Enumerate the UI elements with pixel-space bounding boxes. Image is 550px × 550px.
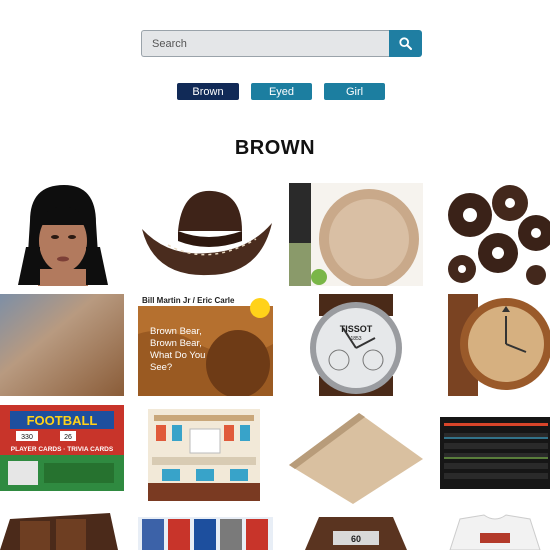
box-main-text: FOOTBALL xyxy=(27,413,98,428)
product-white-tshirt[interactable] xyxy=(440,513,550,550)
product-football-cards-box[interactable]: FOOTBALL 330 26 PLAYER CARDS · TRIVIA CA… xyxy=(0,403,124,495)
kraft-paper-image xyxy=(289,403,423,504)
wig-mannequin-image xyxy=(0,183,124,286)
leather-item-number: 60 xyxy=(351,534,361,544)
cowboy-hat-image xyxy=(138,183,273,286)
product-tissot-brown-leather-watch[interactable]: TISSOT 1853 xyxy=(289,294,423,396)
brown-bear-book-image: Bill Martin Jr / Eric Carle Brown Bear, … xyxy=(138,294,273,396)
toy-kitchen-image xyxy=(138,403,273,504)
box-right-number: 26 xyxy=(64,434,72,441)
keyboard-image xyxy=(440,403,550,504)
book-title-text: Brown Bear, Brown Bear, What Do You See? xyxy=(150,326,206,373)
product-mechanical-keyboard[interactable] xyxy=(440,403,550,504)
search-bar xyxy=(141,30,422,57)
product-brown-hair-bun-donuts[interactable] xyxy=(440,183,550,286)
search-button[interactable] xyxy=(389,30,422,57)
box-sub-text: PLAYER CARDS · TRIVIA CARDS xyxy=(11,446,114,453)
trading-cards-image xyxy=(138,517,273,550)
product-football-trading-cards[interactable] xyxy=(138,517,273,550)
product-brown-kraft-paper-roll[interactable] xyxy=(289,403,423,504)
hair-buns-image xyxy=(440,183,550,286)
product-toy-kitchen-playset[interactable] xyxy=(138,403,273,504)
product-brown-paper-plates[interactable] xyxy=(289,183,423,286)
leather-item-image: 60 xyxy=(289,513,423,550)
tag-girl[interactable]: Girl xyxy=(324,83,385,100)
search-icon xyxy=(399,37,412,50)
wooden-watch-image xyxy=(440,294,550,396)
paper-plates-image xyxy=(289,183,423,286)
book-author-text: Bill Martin Jr / Eric Carle xyxy=(142,296,235,305)
brown-texture-image xyxy=(0,294,124,396)
product-black-hair-wig-mannequin[interactable] xyxy=(0,183,124,286)
watch-brand-text: TISSOT xyxy=(340,324,373,334)
football-cards-image: FOOTBALL 330 26 PLAYER CARDS · TRIVIA CA… xyxy=(0,403,124,495)
product-brown-leather-item[interactable]: 60 xyxy=(289,513,423,550)
product-brown-bear-book[interactable]: Bill Martin Jr / Eric Carle Brown Bear, … xyxy=(138,294,273,396)
tissot-watch-image: TISSOT 1853 xyxy=(289,294,423,396)
page-title: BROWN xyxy=(234,137,316,159)
product-brown-surface-texture[interactable] xyxy=(0,294,124,396)
wallet-image xyxy=(0,511,124,550)
tshirt-image xyxy=(440,513,550,550)
tag-eyed[interactable]: Eyed xyxy=(251,83,312,100)
watch-year-text: 1853 xyxy=(350,336,361,342)
product-brown-leather-wallet[interactable] xyxy=(0,511,124,550)
tag-brown[interactable]: Brown xyxy=(177,83,239,100)
product-brown-cowboy-hat[interactable] xyxy=(138,183,273,286)
box-left-number: 330 xyxy=(21,434,33,441)
search-input[interactable] xyxy=(141,30,389,57)
product-wooden-watch[interactable] xyxy=(440,294,550,396)
